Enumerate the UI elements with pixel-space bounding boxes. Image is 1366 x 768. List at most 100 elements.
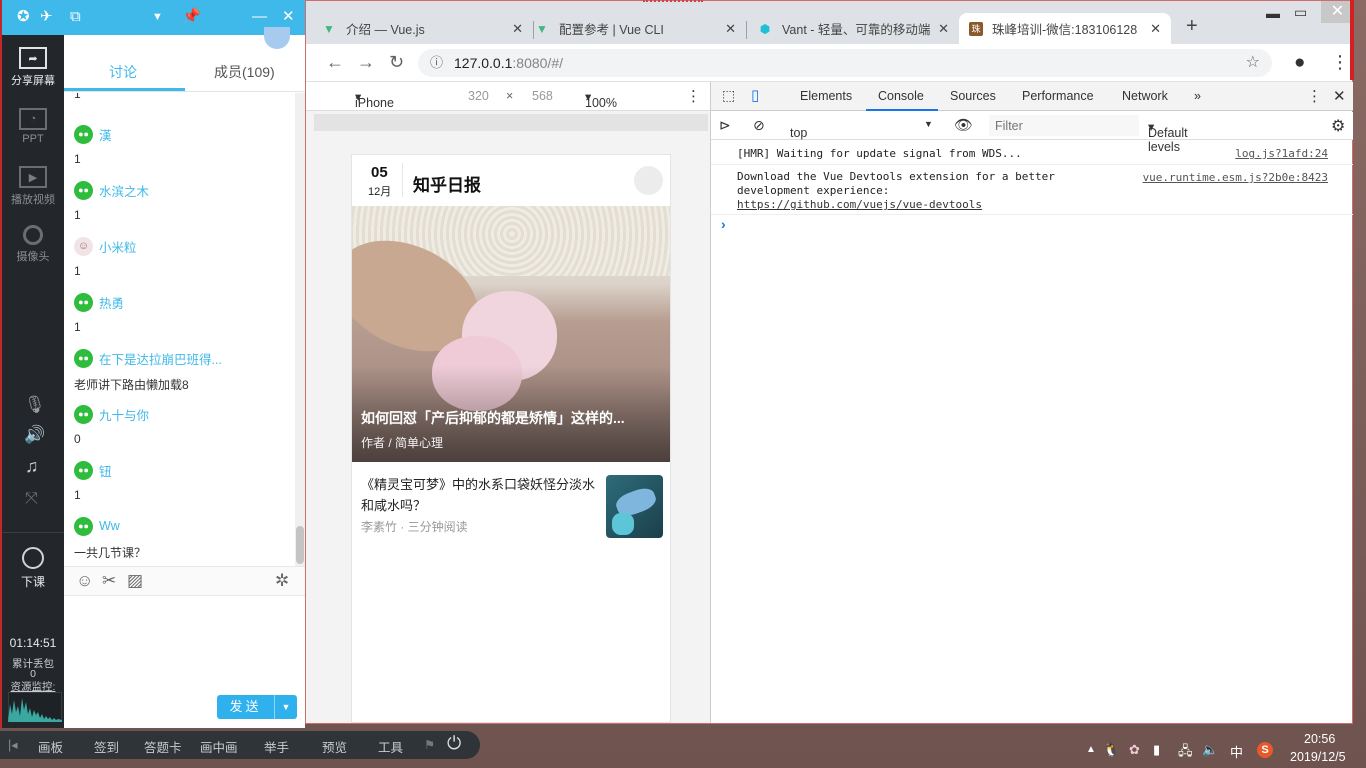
lesson-item-picture-in-picture[interactable]: 画中画 bbox=[200, 737, 238, 756]
sender-name[interactable]: 小米粒 bbox=[99, 237, 137, 256]
zoom-select[interactable]: 100% ▾ bbox=[585, 89, 617, 110]
sender-name[interactable]: 在下是达拉崩巴班得... bbox=[99, 349, 222, 368]
site-info-icon[interactable]: ⓘ bbox=[430, 49, 443, 77]
announcement-icon[interactable] bbox=[264, 27, 290, 49]
share-out-icon[interactable]: ⧉ bbox=[70, 9, 81, 25]
chat-input[interactable] bbox=[64, 597, 305, 692]
send-options-dropdown[interactable]: ▼ bbox=[274, 695, 297, 719]
browser-tab-active[interactable]: 珠 珠峰培训-微信:183106128 ✕ bbox=[959, 13, 1171, 44]
device-height-input[interactable]: 568 bbox=[532, 89, 553, 103]
battery-icon[interactable]: ▮ bbox=[1153, 742, 1160, 758]
lesson-item-raise-hand[interactable]: 举手 bbox=[264, 737, 289, 756]
scrollbar-thumb[interactable] bbox=[296, 526, 304, 564]
tab-close-icon[interactable]: ✕ bbox=[938, 21, 949, 37]
device-select[interactable]: iPhone 5/SE ▾ bbox=[355, 89, 394, 124]
devtools-tab-console[interactable]: Console bbox=[878, 89, 924, 103]
story-item[interactable]: 《精灵宝可梦》中的水系口袋妖怪分淡水和咸水吗？ 李素竹 · 三分钟阅读 bbox=[352, 462, 670, 547]
share-screen-button[interactable]: ➦ 分享屏幕 bbox=[2, 47, 64, 88]
new-tab-button[interactable]: + bbox=[1186, 15, 1198, 38]
tab-close-icon[interactable]: ✕ bbox=[512, 21, 523, 37]
browser-menu-icon[interactable]: ⋮ bbox=[1331, 52, 1349, 73]
bookmark-star-icon[interactable]: ☆ bbox=[1246, 49, 1260, 77]
console-filter-input[interactable] bbox=[989, 115, 1139, 136]
device-width-input[interactable]: 320 bbox=[468, 89, 489, 103]
fullscreen-icon[interactable]: ⤧ bbox=[25, 490, 38, 508]
log-source-link[interactable]: log.js?1afd:24 bbox=[1235, 147, 1328, 160]
lesson-item-checkin[interactable]: 签到 bbox=[94, 737, 119, 756]
console-sidebar-icon[interactable]: ⊳ bbox=[719, 117, 731, 134]
end-class-button[interactable]: 下课 bbox=[2, 547, 64, 590]
browser-tab[interactable]: ▼ 配置参考 | Vue CLI ✕ bbox=[534, 13, 746, 44]
more-tabs-icon[interactable]: » bbox=[1194, 89, 1201, 103]
message-scrollbar[interactable] bbox=[295, 93, 305, 566]
sogou-icon[interactable]: S bbox=[1257, 742, 1273, 758]
scissors-icon[interactable]: ✂ bbox=[102, 571, 116, 591]
devtools-tab-elements[interactable]: Elements bbox=[800, 89, 852, 103]
url-input[interactable]: ⓘ 127.0.0.1:8080/#/ ☆ bbox=[418, 49, 1272, 77]
console-prompt[interactable]: › bbox=[721, 216, 726, 232]
console-settings-icon[interactable]: ⚙ bbox=[1331, 116, 1345, 136]
sender-name[interactable]: 钮 bbox=[99, 461, 112, 480]
play-video-button[interactable]: ▶ 播放视频 bbox=[2, 166, 64, 207]
lesson-item-preview[interactable]: 预览 bbox=[322, 737, 347, 756]
tray-expand-icon[interactable]: ▲ bbox=[1086, 744, 1096, 755]
log-levels-select[interactable]: Default levels ▾ bbox=[1148, 119, 1188, 154]
lesson-item-tools[interactable]: 工具 bbox=[378, 737, 403, 756]
reload-icon[interactable]: ↻ bbox=[389, 52, 404, 73]
ime-indicator[interactable]: 中 bbox=[1230, 742, 1243, 761]
network-icon[interactable]: 🖧 bbox=[1178, 742, 1193, 764]
emoji-icon[interactable]: ☺ bbox=[76, 571, 93, 591]
devtools-tab-sources[interactable]: Sources bbox=[950, 89, 996, 103]
sender-name[interactable]: 九十与你 bbox=[99, 405, 149, 424]
device-toggle-icon[interactable]: ▯ bbox=[751, 86, 759, 104]
volume-icon[interactable]: 🔈 bbox=[1202, 742, 1218, 758]
browser-tab[interactable]: ▼ 介绍 — Vue.js ✕ bbox=[321, 13, 533, 44]
clear-console-icon[interactable]: ⊘ bbox=[753, 117, 765, 134]
lesson-item-whiteboard[interactable]: 画板 bbox=[38, 737, 63, 756]
flag-icon[interactable]: ⚑ bbox=[424, 737, 435, 752]
qq-icon[interactable]: 🐧 bbox=[1103, 742, 1119, 758]
log-link[interactable]: https://github.com/vuejs/vue-devtools bbox=[737, 198, 982, 211]
browser-tab[interactable]: ⬢ Vant - 轻量、可靠的移动端 ✕ bbox=[747, 13, 959, 44]
user-avatar[interactable] bbox=[634, 166, 663, 195]
dropdown-icon[interactable]: ▼ bbox=[152, 9, 163, 25]
minimize-icon[interactable]: — bbox=[252, 9, 267, 25]
sender-name[interactable]: 水滨之木 bbox=[99, 181, 149, 200]
airplane-icon[interactable]: ✈ bbox=[40, 9, 53, 25]
sender-name[interactable]: 漢 bbox=[99, 125, 112, 144]
forward-icon[interactable]: → bbox=[357, 52, 375, 73]
live-expression-eye-icon[interactable]: 👁 bbox=[954, 116, 973, 134]
hero-story[interactable]: 如何回怼「产后抑郁的都是矫情」这样的... 作者 / 简单心理 bbox=[352, 206, 670, 462]
tab-close-icon[interactable]: ✕ bbox=[1150, 21, 1161, 37]
tab-close-icon[interactable]: ✕ bbox=[725, 21, 736, 37]
tab-members[interactable]: 成员(109) bbox=[214, 62, 275, 82]
device-options-icon[interactable]: ⋮ bbox=[686, 87, 701, 105]
lesson-item-answer-card[interactable]: 答题卡 bbox=[144, 737, 182, 756]
ppt-button[interactable]: ◔ PPT bbox=[2, 108, 64, 145]
music-icon[interactable]: ♫ bbox=[25, 456, 39, 477]
devtools-tab-performance[interactable]: Performance bbox=[1022, 89, 1094, 103]
microphone-icon[interactable]: 🎙 bbox=[24, 395, 46, 415]
send-button[interactable]: 发送 ▼ bbox=[217, 695, 297, 719]
image-icon[interactable]: ▨ bbox=[127, 571, 143, 591]
log-source-link[interactable]: vue.runtime.esm.js?2b0e:8423 bbox=[1143, 171, 1328, 184]
inspect-element-icon[interactable]: ⬚ bbox=[722, 87, 735, 104]
settings-icon[interactable]: ✲ bbox=[275, 571, 289, 591]
flower-app-icon[interactable]: ✿ bbox=[1129, 742, 1140, 758]
toolbar-collapse-icon[interactable]: |◂ bbox=[8, 737, 18, 752]
pin-icon[interactable]: 📌 bbox=[182, 9, 201, 25]
sender-name[interactable]: Ww bbox=[99, 519, 120, 533]
close-icon[interactable]: ✕ bbox=[282, 9, 295, 25]
back-icon[interactable]: ← bbox=[326, 52, 344, 73]
tab-discussion[interactable]: 讨论 bbox=[109, 62, 137, 82]
logo-icon[interactable]: ✪ bbox=[17, 9, 30, 25]
power-icon[interactable]: ⏻ bbox=[447, 733, 461, 754]
camera-button[interactable]: 摄像头 bbox=[2, 225, 64, 264]
sender-name[interactable]: 热勇 bbox=[99, 293, 124, 312]
clock-date[interactable]: 2019/12/5 bbox=[1290, 750, 1346, 764]
speaker-icon[interactable]: 🔊 bbox=[24, 425, 45, 445]
profile-icon[interactable]: ● bbox=[1294, 52, 1305, 74]
devtools-menu-icon[interactable]: ⋮ bbox=[1307, 87, 1322, 105]
devtools-close-icon[interactable]: ✕ bbox=[1333, 87, 1346, 105]
clock-time[interactable]: 20:56 bbox=[1304, 732, 1335, 746]
